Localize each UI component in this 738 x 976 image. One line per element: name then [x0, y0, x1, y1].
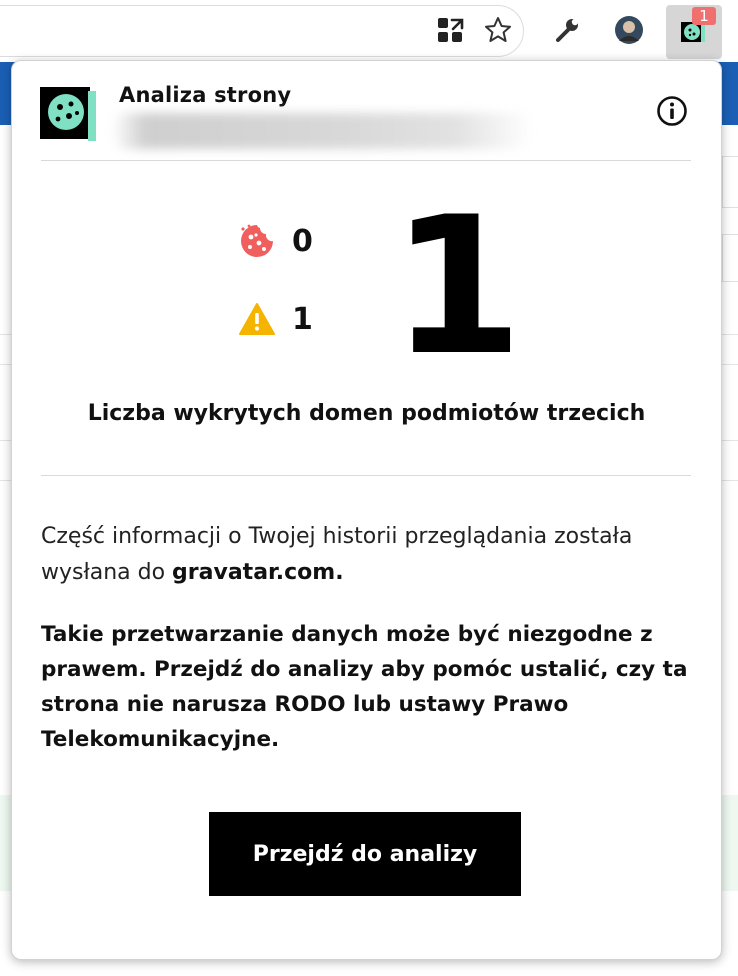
- profile-avatar[interactable]: [613, 14, 645, 46]
- third-party-caption: Liczba wykrytych domen podmiotów trzecic…: [87, 401, 646, 426]
- third-party-domains-count: 1: [390, 176, 523, 397]
- wrench-icon[interactable]: [551, 14, 583, 46]
- extension-logo: [40, 83, 100, 143]
- warning-icon: [238, 300, 276, 338]
- cookies-stat: 0: [238, 222, 313, 260]
- tracked-domain: gravatar.com: [172, 560, 336, 585]
- tracking-info-text: Część informacji o Twojej historii przeg…: [41, 519, 701, 591]
- info-text-suffix: .: [335, 560, 344, 585]
- cookie-icon: [238, 222, 276, 260]
- stats-divider: [41, 475, 691, 476]
- warnings-stat: 1: [238, 300, 313, 338]
- page-card-edge: [722, 234, 738, 282]
- blurred-page-url: [112, 113, 532, 149]
- legal-warning-text: Takie przetwarzanie danych może być niez…: [41, 622, 688, 752]
- go-to-analysis-button[interactable]: Przejdź do analizy: [209, 812, 521, 896]
- info-icon[interactable]: [656, 95, 688, 127]
- warnings-count: 1: [292, 301, 313, 337]
- header-divider: [41, 160, 691, 161]
- browser-toolbar: 1: [0, 0, 738, 62]
- extension-popup: Analiza strony 0 1 1 Liczba wykrytych do…: [11, 60, 722, 960]
- popup-title: Analiza strony: [119, 83, 292, 107]
- apps-grid-icon[interactable]: [434, 14, 466, 46]
- bookmark-star-icon[interactable]: [482, 14, 514, 46]
- extension-badge: 1: [692, 7, 716, 25]
- page-card-edge: [722, 156, 738, 208]
- cookies-count: 0: [292, 223, 313, 259]
